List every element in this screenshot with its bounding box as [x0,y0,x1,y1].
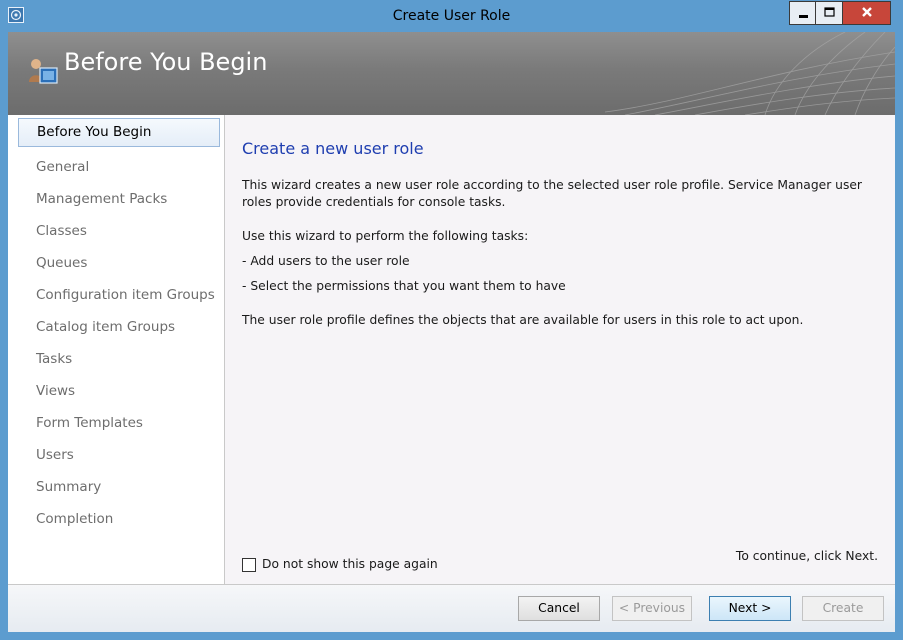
description-line-1: This wizard creates a new user role acco… [242,178,862,192]
nav-item-configuration-item-groups[interactable]: Configuration item Groups [18,281,218,310]
nav-item-general[interactable]: General [18,153,218,182]
close-icon [861,7,872,17]
close-button[interactable] [843,1,891,25]
nav-item-completion[interactable]: Completion [18,505,218,534]
nav-item-classes[interactable]: Classes [18,217,218,246]
banner-title: Before You Begin [64,48,268,76]
user-role-icon [29,59,58,84]
nav-item-summary[interactable]: Summary [18,473,218,502]
continue-hint: To continue, click Next. [735,549,878,563]
maximize-button[interactable] [816,1,843,25]
profile-description: The user role profile defines the object… [242,313,804,327]
nav-item-users[interactable]: Users [18,441,218,470]
wizard-window: Create User Role Before You Begin Before… [0,0,903,640]
nav-item-catalog-item-groups[interactable]: Catalog item Groups [18,313,218,342]
task-bullet-2: - Select the permissions that you want t… [242,279,566,293]
description-line-2: roles provide credentials for console ta… [242,195,506,209]
nav-item-form-templates[interactable]: Form Templates [18,409,218,438]
minimize-button[interactable] [789,1,816,25]
nav-item-tasks[interactable]: Tasks [18,345,218,374]
nav-item-management-packs[interactable]: Management Packs [18,185,218,214]
task-bullet-1: - Add users to the user role [242,254,410,268]
nav-item-before-you-begin[interactable]: Before You Begin [18,118,220,147]
window-title: Create User Role [392,8,511,24]
minimize-icon [799,15,808,18]
create-button[interactable]: Create [802,596,884,621]
cancel-button[interactable]: Cancel [518,596,600,621]
maximize-icon [824,7,835,17]
nav-item-queues[interactable]: Queues [18,249,218,278]
do-not-show-label[interactable]: Do not show this page again [262,557,438,571]
next-button[interactable]: Next > [709,596,791,621]
wizard-nav: Before You Begin General Management Pack… [8,115,225,584]
page-heading: Create a new user role [242,139,424,158]
wizard-body: Before You Begin General Management Pack… [8,115,895,584]
previous-button[interactable]: < Previous [612,596,692,621]
page-banner: Before You Begin [8,32,895,115]
banner-decoration [605,32,895,115]
do-not-show-checkbox[interactable] [242,558,256,572]
main-pane: Create a new user role This wizard creat… [225,115,895,584]
wizard-footer: Cancel < Previous Next > Create [8,584,895,632]
title-bar[interactable]: Create User Role [0,0,903,32]
tasks-intro: Use this wizard to perform the following… [242,229,529,243]
nav-item-views[interactable]: Views [18,377,218,406]
